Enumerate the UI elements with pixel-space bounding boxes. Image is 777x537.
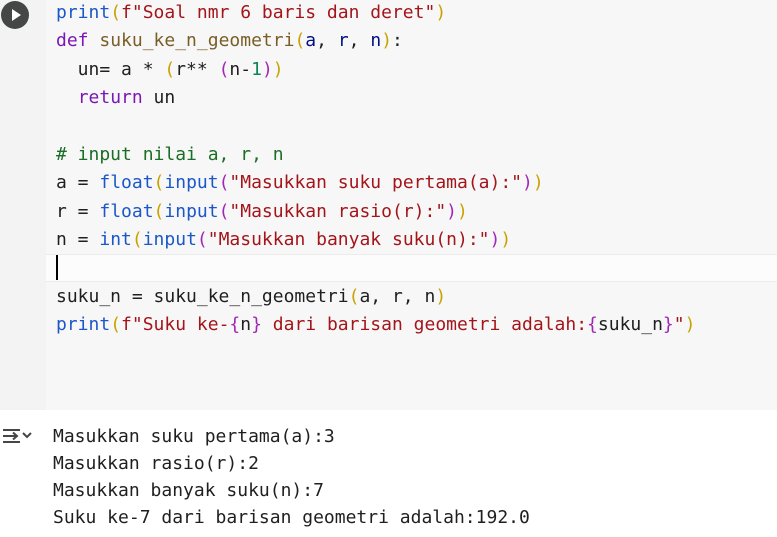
code-line: r = float(input("Masukkan rasio(r):"))	[56, 198, 468, 226]
code-token: (	[294, 30, 306, 52]
code-token: ,	[316, 30, 338, 52]
code-token: "Masukkan suku pertama(a):"	[229, 172, 523, 194]
code-token: def	[56, 30, 100, 52]
run-cell-button[interactable]	[1, 1, 29, 29]
output-line: Suku ke-7 dari barisan geometri adalah:1…	[53, 507, 530, 528]
code-token: input	[164, 172, 219, 194]
code-token: )	[522, 172, 533, 194]
code-token: (	[196, 229, 208, 251]
code-token: int	[99, 229, 132, 251]
code-token: )	[532, 172, 544, 194]
code-token: r**	[175, 58, 219, 80]
code-token: "Masukkan rasio(r):"	[229, 200, 447, 222]
text-cursor	[56, 255, 58, 280]
code-line: print(f"Soal nmr 6 baris dan deret")	[56, 0, 446, 27]
code-token: )	[261, 58, 273, 80]
code-token: }	[251, 314, 262, 336]
code-token: print	[56, 2, 111, 23]
code-token: )	[500, 229, 512, 251]
code-token: (	[110, 2, 122, 23]
code-token: un	[142, 87, 176, 109]
code-token: )	[489, 229, 501, 251]
code-token: (	[218, 172, 230, 194]
code-token: (	[164, 58, 176, 80]
code-token: )	[272, 58, 284, 80]
code-token: (	[153, 200, 165, 222]
code-token: f"Suku ke-	[121, 314, 230, 336]
output-collapse-icon	[3, 429, 32, 443]
output-line: Masukkan banyak suku(n):7	[53, 480, 324, 501]
play-icon	[12, 9, 21, 21]
code-token: a	[305, 30, 317, 52]
code-token: "	[673, 314, 685, 336]
code-token: suku_n	[597, 314, 663, 336]
code-token: (	[218, 200, 230, 222]
output-line: Masukkan rasio(r):2	[53, 453, 259, 474]
code-token: suku_n = suku_ke_n_geometri	[56, 286, 349, 307]
code-line: return un	[56, 84, 176, 112]
code-token: un= a *	[56, 58, 165, 80]
code-token: r =	[56, 200, 100, 222]
code-token: )	[684, 314, 696, 336]
code-token: n	[370, 30, 382, 52]
code-token: a, r, n	[359, 286, 436, 307]
code-token: }	[662, 314, 674, 336]
code-line: suku_n = suku_ke_n_geometri(a, r, n)	[56, 283, 446, 311]
code-token: (	[348, 286, 360, 307]
cell-gutter	[0, 0, 46, 410]
code-token: # input nilai a, r, n	[56, 144, 284, 165]
code-line: un= a * (r** (n-1))	[56, 56, 284, 84]
code-cell: print(f"Soal nmr 6 baris dan deret") def …	[0, 0, 777, 410]
code-token: (	[110, 314, 122, 336]
code-token: r	[337, 30, 349, 52]
code-token: {	[229, 314, 241, 336]
code-token: a =	[56, 172, 100, 194]
code-token: n =	[56, 229, 100, 251]
code-token: float	[99, 172, 154, 194]
code-token: "Masukkan banyak suku(n):"	[207, 229, 490, 251]
code-token: return	[77, 87, 143, 109]
code-token: )	[435, 286, 447, 307]
code-token: ,	[348, 30, 371, 52]
code-token: print	[56, 314, 111, 336]
code-token: input	[142, 229, 197, 251]
code-line: n = int(input("Masukkan banyak suku(n):"…	[56, 226, 511, 254]
code-token: {	[587, 314, 598, 336]
code-token: )	[381, 30, 393, 52]
code-line: a = float(input("Masukkan suku pertama(a…	[56, 169, 544, 197]
code-token: n-	[229, 58, 252, 80]
code-token: 1	[251, 58, 262, 80]
output-toggle-button[interactable]	[0, 424, 36, 450]
code-token: f"Soal nmr 6 baris dan deret"	[121, 2, 436, 23]
output-line: Masukkan suku pertama(a):3	[53, 426, 335, 447]
code-token: suku_ke_n_geometri	[99, 30, 295, 52]
code-token: (	[131, 229, 143, 251]
code-token: )	[457, 200, 468, 222]
active-line-highlight	[46, 254, 777, 282]
code-line: def suku_ke_n_geometri(a, r, n):	[56, 27, 403, 55]
code-token: )	[446, 200, 458, 222]
code-token: :	[392, 30, 403, 52]
code-line: # input nilai a, r, n	[56, 141, 284, 169]
code-line: print(f"Suku ke-{n} dari barisan geometr…	[56, 311, 695, 339]
code-token: n	[240, 314, 252, 336]
code-token: )	[435, 2, 447, 23]
code-token: (	[218, 58, 230, 80]
code-token: dari barisan geometri adalah:	[261, 314, 588, 336]
code-token: float	[99, 200, 154, 222]
code-token: input	[164, 200, 219, 222]
code-token: (	[153, 172, 165, 194]
